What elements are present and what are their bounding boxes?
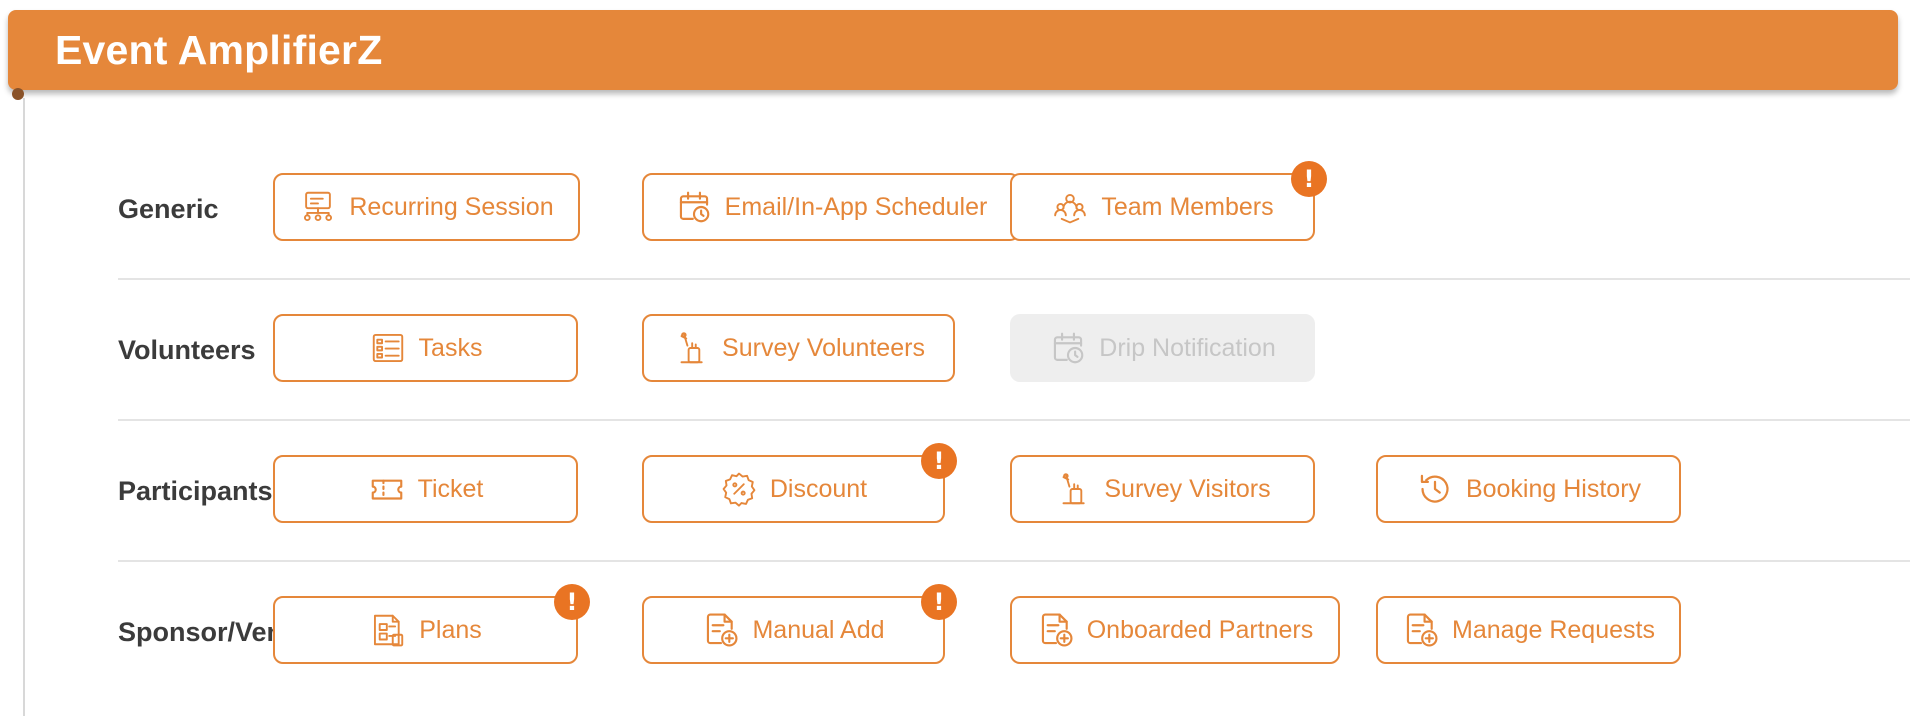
calendar-clock-icon <box>1049 329 1087 367</box>
team-members-button[interactable]: Team Members! <box>1010 161 1327 241</box>
plans-button[interactable]: Plans! <box>273 584 590 664</box>
discount-button[interactable]: Discount! <box>642 443 957 523</box>
survey-volunteers-button[interactable]: Survey Volunteers <box>642 314 955 382</box>
button-label: Email/In-App Scheduler <box>724 192 988 221</box>
survey-visitors-button[interactable]: Survey Visitors <box>1010 455 1315 523</box>
section-sponsor-vendor: Sponsor/Vendor Plans! Manual Add! Onboarded… <box>118 562 1910 703</box>
button-label: Booking History <box>1465 474 1642 503</box>
app-page: Event AmplifierZ Generic Recurring Sessio… <box>0 0 1910 716</box>
tasks-button[interactable]: Tasks <box>273 314 578 382</box>
survey-icon <box>672 329 710 367</box>
app-header: Event AmplifierZ <box>8 10 1898 90</box>
button-label: Drip Notification <box>1099 333 1276 362</box>
document-add-icon <box>1402 611 1440 649</box>
survey-icon <box>1054 470 1092 508</box>
calendar-clock-icon <box>675 188 713 226</box>
section-participants: Participants Ticket Discount! Survey Visito… <box>118 421 1910 562</box>
button-label: Manual Add <box>752 615 885 644</box>
onboarded-partners-button[interactable]: Onboarded Partners <box>1010 596 1340 664</box>
ticket-icon <box>368 470 406 508</box>
tasks-icon <box>369 329 407 367</box>
alert-badge-icon: ! <box>921 443 957 479</box>
section-label: Generic <box>118 194 219 224</box>
button-label: Onboarded Partners <box>1086 615 1314 644</box>
app-title: Event AmplifierZ <box>55 26 383 73</box>
email-in-app-scheduler-button[interactable]: Email/In-App Scheduler <box>642 173 1020 241</box>
button-label: Recurring Session <box>349 192 554 221</box>
left-border-line <box>23 98 25 716</box>
button-label: Plans <box>419 615 482 644</box>
alert-badge-icon: ! <box>554 584 590 620</box>
button-label: Survey Visitors <box>1104 474 1271 503</box>
history-icon <box>1416 470 1454 508</box>
button-label: Ticket <box>417 474 484 503</box>
button-label: Discount <box>769 474 868 503</box>
document-add-icon <box>1037 611 1075 649</box>
manage-requests-button[interactable]: Manage Requests <box>1376 596 1681 664</box>
plans-icon <box>369 611 407 649</box>
button-label: Manage Requests <box>1452 615 1655 644</box>
recurring-session-icon <box>299 188 337 226</box>
discount-icon <box>720 470 758 508</box>
button-label: Team Members <box>1101 192 1274 221</box>
section-label: Volunteers <box>118 335 256 365</box>
alert-badge-icon: ! <box>1291 161 1327 197</box>
team-members-icon <box>1051 188 1089 226</box>
booking-history-button[interactable]: Booking History <box>1376 455 1681 523</box>
section-volunteers: Volunteers Tasks Survey Volunteers Drip Not… <box>118 280 1910 421</box>
ticket-button[interactable]: Ticket <box>273 455 578 523</box>
drip-notification-button: Drip Notification <box>1010 314 1315 382</box>
button-label: Survey Volunteers <box>722 333 925 362</box>
manual-add-button[interactable]: Manual Add! <box>642 584 957 664</box>
alert-badge-icon: ! <box>921 584 957 620</box>
section-label: Participants <box>118 476 273 506</box>
section-generic: Generic Recurring Session Email/In-App Sch… <box>118 139 1910 280</box>
button-label: Tasks <box>418 333 483 362</box>
document-add-icon <box>702 611 740 649</box>
recurring-session-button[interactable]: Recurring Session <box>273 173 580 241</box>
